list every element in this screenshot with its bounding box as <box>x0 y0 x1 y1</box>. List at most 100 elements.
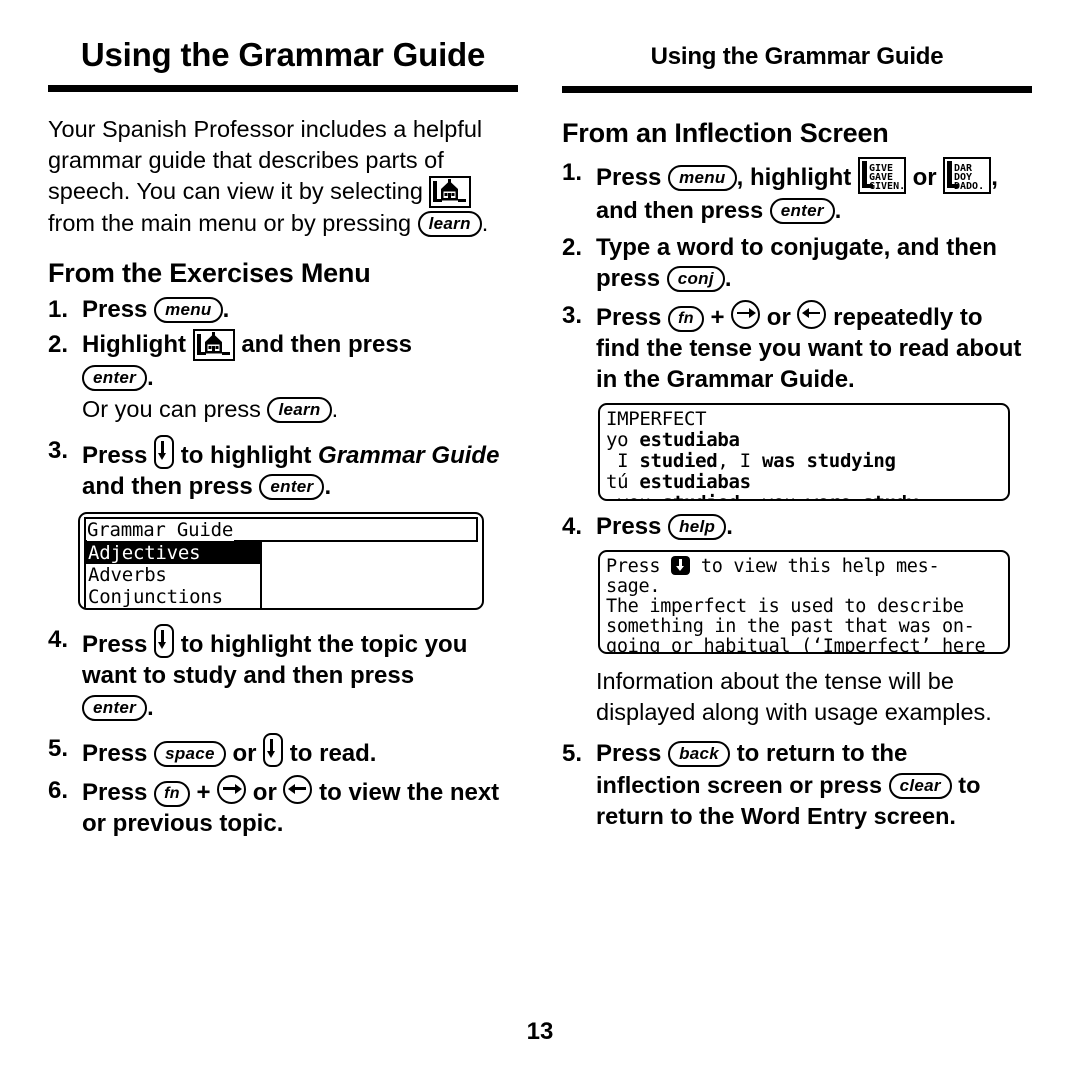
step-3-mid: to highlight <box>180 442 312 470</box>
key-help[interactable]: help <box>668 513 727 540</box>
intro-text-2: from the main menu or by pressing <box>48 209 412 236</box>
key-fn[interactable]: fn <box>154 781 190 808</box>
step-r5-continuation: inflection screen or press clear to retu… <box>596 770 1032 832</box>
key-space[interactable]: space <box>154 741 226 768</box>
step-2-note-post: . <box>331 396 339 423</box>
down-arrow-dot-icon <box>671 555 691 575</box>
key-enter[interactable]: enter <box>769 197 835 224</box>
step-r4-pre: Press <box>596 512 662 540</box>
header-rule-left <box>48 84 518 92</box>
step-1: 1. Press menu. <box>48 294 518 325</box>
step-r5-mid-b: inflection screen or press <box>596 771 883 798</box>
left-arrow-key[interactable] <box>797 299 827 329</box>
help-line-1-post: to view this help mes- <box>690 555 940 577</box>
key-enter[interactable]: enter <box>82 695 148 722</box>
step-4-continuation: enter. <box>82 692 518 723</box>
key-learn[interactable]: learn <box>267 397 332 424</box>
inflection-line-3-a: I <box>606 449 640 472</box>
steps-list-left-cont: 4. Press to highlight the topic you want… <box>48 624 518 839</box>
step-3-number: 3. <box>48 437 69 465</box>
help-line-5: going or habitual (‘Imperfect’ here <box>606 635 986 654</box>
inflection-line-5-c: , you <box>740 492 807 499</box>
manual-page: Using the Grammar Guide Your Spanish Pro… <box>0 0 1080 1080</box>
page-number: 13 <box>526 1018 554 1045</box>
inflection-line-3: I studied, I was studying <box>606 449 1002 472</box>
inflection-line-3-c: , I <box>717 449 762 472</box>
step-5-post: to read. <box>289 740 377 768</box>
key-menu[interactable]: menu <box>668 164 737 191</box>
key-clear[interactable]: clear <box>888 772 952 799</box>
inflection-line-3-d: was studying <box>761 449 896 472</box>
step-r3-plus: + <box>710 303 725 331</box>
give-gave-given-icon: GIVE GAVE GIVEN. <box>857 156 906 194</box>
step-2-continuation: enter. <box>82 362 518 393</box>
step-r1-mid: , highlight <box>736 163 852 191</box>
running-head-right: Using the Grammar Guide <box>650 43 944 70</box>
key-fn[interactable]: fn <box>668 305 704 332</box>
key-enter[interactable]: enter <box>82 365 148 392</box>
list-item-conjunctions[interactable]: Conjunctions <box>86 586 260 608</box>
school-building-icon <box>192 329 235 362</box>
help-line-2: sage. <box>606 575 661 597</box>
left-column: Using the Grammar Guide Your Spanish Pro… <box>48 0 518 839</box>
step-r1: 1. Press menu, highlight GIVE GAVE GIVEN… <box>562 156 1032 226</box>
menu-screen-list: Adjectives Adverbs Conjunctions <box>84 542 262 609</box>
step-4-post: . <box>147 694 154 721</box>
left-arrow-key[interactable] <box>283 775 313 805</box>
step-6-mid: or <box>252 779 277 807</box>
step-2-note-pre: Or you can press <box>82 396 261 423</box>
down-arrow-key[interactable] <box>154 435 175 470</box>
intro-paragraph: Your Spanish Professor includes a helpfu… <box>48 114 518 239</box>
help-line-1: Press to view this help mes- <box>606 555 1002 577</box>
step-2-note: Or you can press learn. <box>82 394 518 425</box>
step-r4-number: 4. <box>562 512 583 540</box>
step-r5-post: return to the Word Entry screen. <box>596 802 956 829</box>
menu-screen-title-box: Grammar Guide <box>84 517 478 543</box>
step-r5-mid: to return to the <box>736 739 908 767</box>
list-item-adjectives[interactable]: Adjectives <box>86 542 260 565</box>
steps-list-right-final: 5. Press back to return to the inflectio… <box>562 738 1032 832</box>
inflection-line-5-b: studied <box>662 492 740 499</box>
step-r3: 3. Press fn + or repeatedly to find the … <box>562 299 1032 395</box>
right-arrow-key[interactable] <box>731 299 761 329</box>
inflection-screen: IMPERFECT yo estudiaba I studied, I was … <box>598 402 1010 501</box>
step-r5: 5. Press back to return to the inflectio… <box>562 738 1032 832</box>
step-3-post: . <box>324 473 332 501</box>
list-item-adverbs[interactable]: Adverbs <box>86 564 260 586</box>
inflection-line-4-pronoun: tú <box>606 470 640 493</box>
dar-doy-dado-icon: DAR DOY DADO. <box>943 156 992 194</box>
step-r4-post: . <box>726 512 733 540</box>
intro-text-1: Your Spanish Professor includes a helpfu… <box>48 115 483 204</box>
key-enter[interactable]: enter <box>259 474 325 501</box>
step-5: 5. Press space or to read. <box>48 733 518 769</box>
step-2-number: 2. <box>48 331 69 359</box>
step-3: 3. Press to highlight Grammar Guide and … <box>48 435 518 502</box>
key-back[interactable]: back <box>668 740 731 767</box>
right-arrow-key[interactable] <box>217 775 247 805</box>
step-5-mid: or <box>232 740 257 768</box>
inflection-line-3-b: studied <box>639 449 718 472</box>
step-1-post: . <box>222 296 230 324</box>
key-conj[interactable]: conj <box>666 265 725 292</box>
key-menu[interactable]: menu <box>154 297 223 324</box>
step-r1-number: 1. <box>562 158 583 186</box>
svg-text:GIVEN.: GIVEN. <box>869 181 904 192</box>
down-arrow-key[interactable] <box>154 624 175 659</box>
help-line-1-pre: Press <box>606 555 672 577</box>
step-r1-or: or <box>912 163 937 191</box>
menu-screen-title: Grammar Guide <box>87 519 235 542</box>
key-learn[interactable]: learn <box>417 210 482 237</box>
step-r1-pre: Press <box>596 163 662 191</box>
step-r2: 2. Type a word to conjugate, and then pr… <box>562 232 1032 294</box>
step-3-pre: Press <box>82 442 148 470</box>
step-3-mid2: and then press <box>82 473 253 501</box>
inflection-line-1: IMPERFECT <box>606 408 1002 430</box>
down-arrow-key[interactable] <box>263 733 284 768</box>
step-r4: 4. Press help. <box>562 511 1032 542</box>
step-4-number: 4. <box>48 626 69 654</box>
step-r2-post: . <box>724 264 732 292</box>
step-r1-mid2: and then press <box>596 196 764 223</box>
step-2-mid: and then press <box>241 331 413 359</box>
step-r1-continuation: and then press enter. <box>596 195 1032 226</box>
step-r2-number: 2. <box>562 233 583 261</box>
